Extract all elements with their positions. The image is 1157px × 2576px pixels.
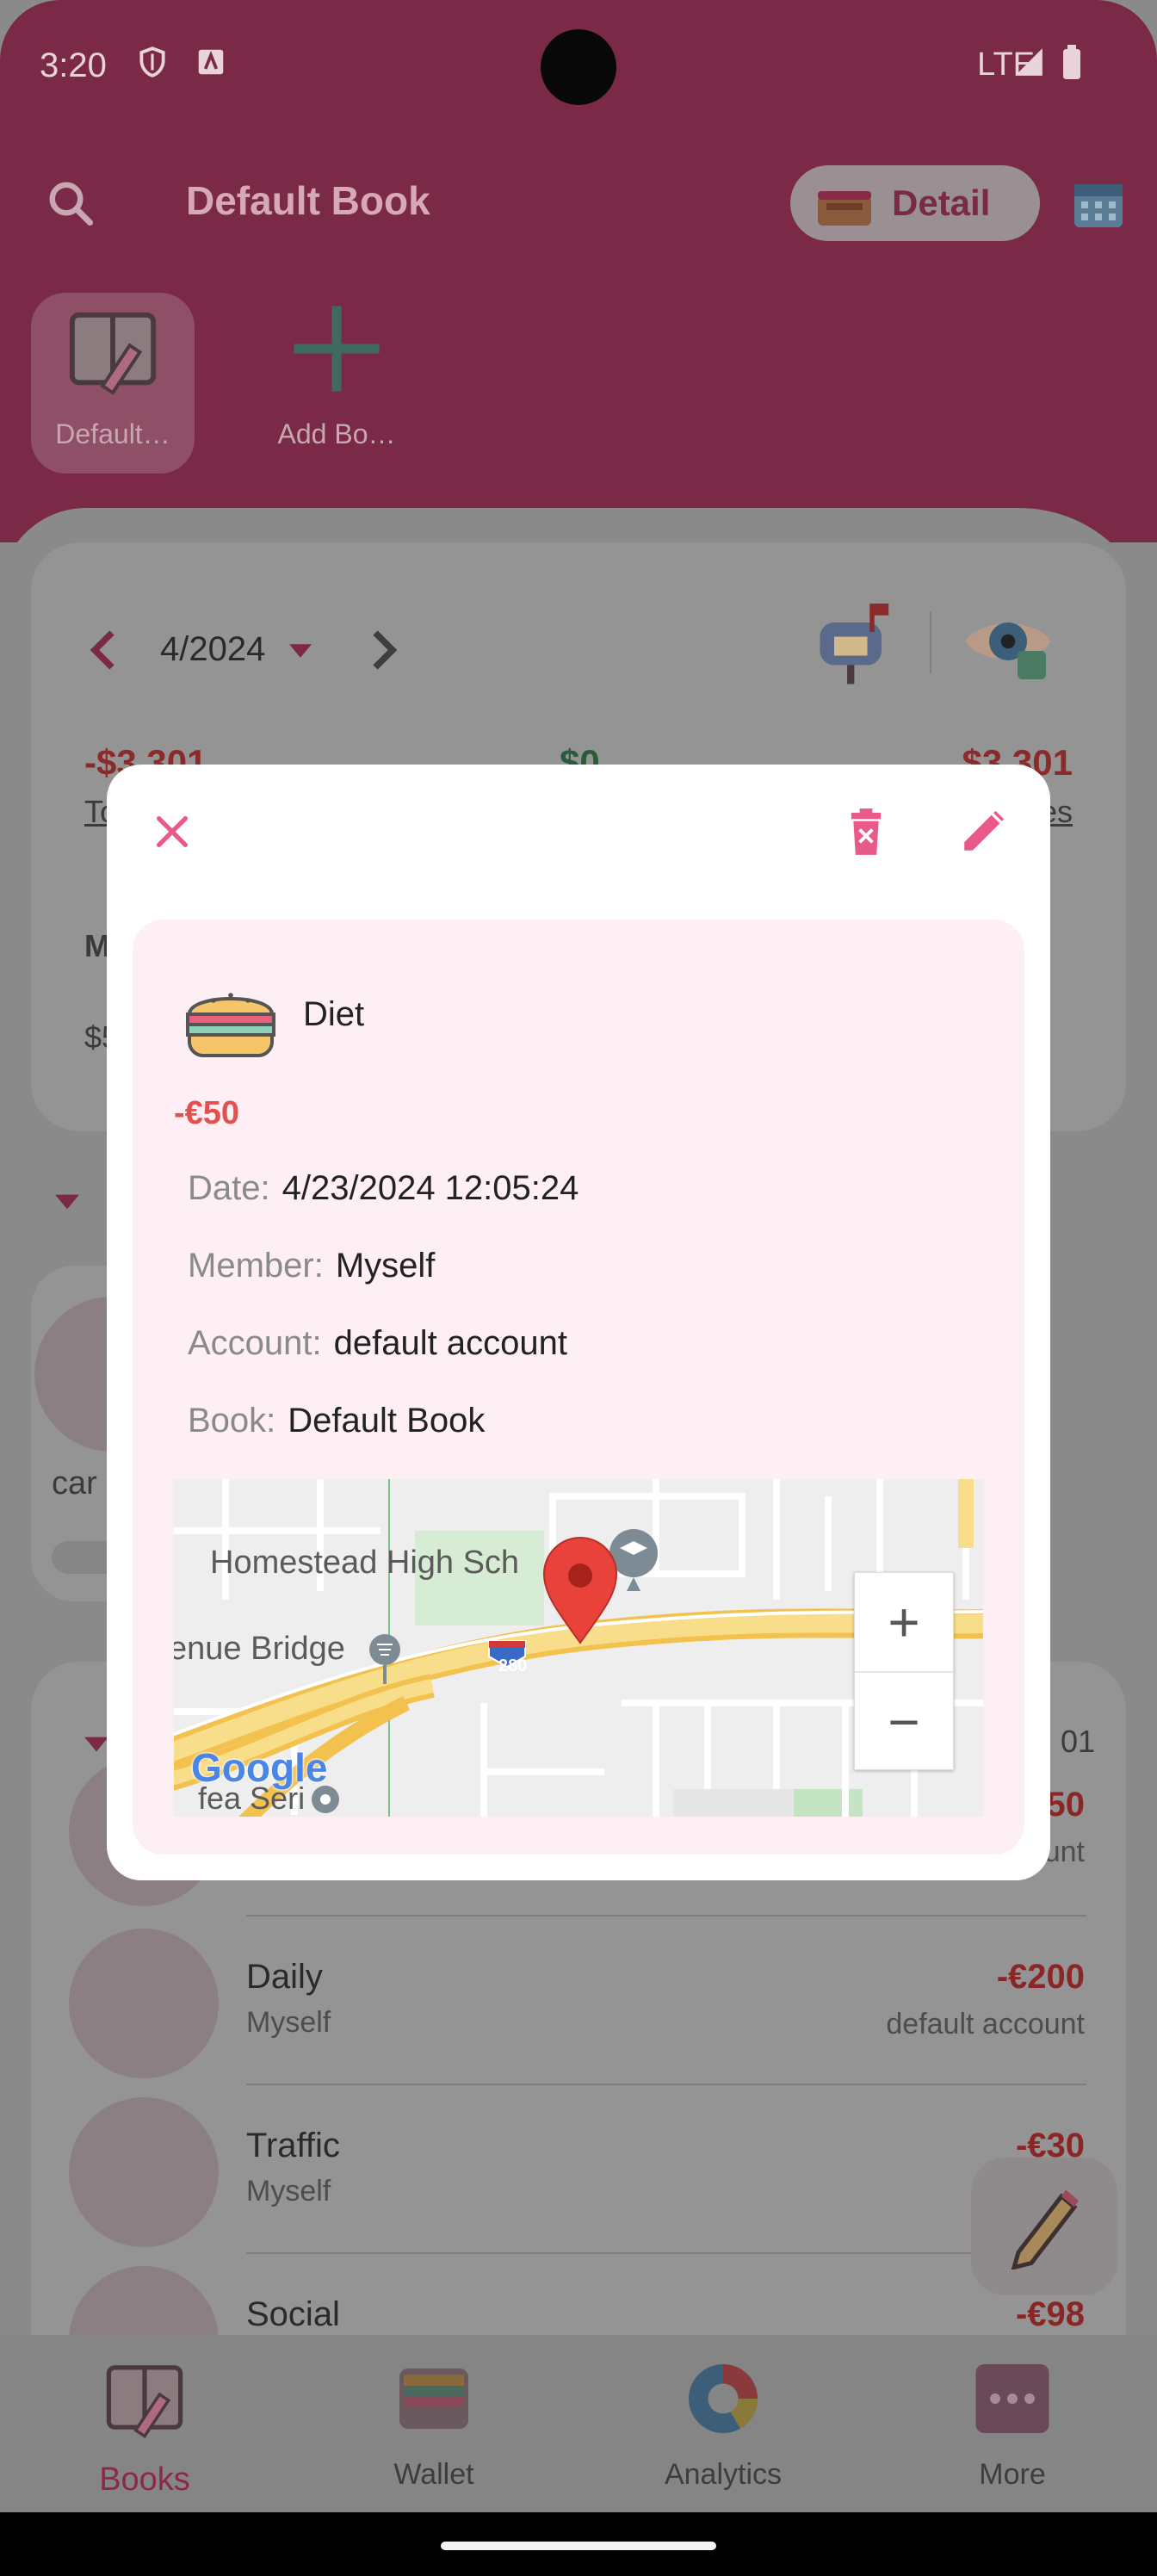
nav-more[interactable]: More: [918, 2356, 1107, 2492]
calendar-icon[interactable]: [1071, 176, 1126, 231]
transaction-member: Myself: [246, 2175, 331, 2208]
transaction-account: default account: [886, 2008, 1085, 2040]
transaction-amount: 50: [1046, 1786, 1086, 1824]
car-label: car: [52, 1465, 97, 1502]
nav-books[interactable]: Books: [50, 2356, 239, 2499]
zoom-in-label: +: [888, 1591, 920, 1653]
book-key: Book:: [188, 1402, 276, 1440]
book-default[interactable]: Default…: [31, 293, 195, 474]
nav-analytics-label: Analytics: [664, 2458, 783, 2491]
home-indicator[interactable]: [441, 2542, 716, 2550]
account-value: default account: [333, 1324, 567, 1362]
bus-icon: [69, 2097, 219, 2247]
transaction-row[interactable]: Daily Myself -€200 default account: [69, 1920, 1085, 2085]
chevron-right-icon[interactable]: [367, 629, 401, 672]
edit-button[interactable]: [952, 801, 1014, 863]
member-key: Member:: [188, 1247, 324, 1285]
zoom-controls: + −: [854, 1572, 954, 1770]
burger-icon: [186, 993, 275, 1057]
page-title: Default Book: [186, 178, 430, 223]
chevron-left-icon[interactable]: [86, 629, 121, 672]
transaction-category: Traffic: [246, 2127, 340, 2164]
transaction-amount: -€200: [996, 1958, 1085, 1996]
book-pen-icon: [69, 312, 157, 395]
date-key: Date:: [188, 1169, 270, 1207]
map-label-school: Homestead High Sch: [210, 1545, 520, 1581]
delete-button[interactable]: [835, 801, 897, 863]
camera-cutout: [541, 29, 616, 105]
transaction-amount: -€98: [1015, 2295, 1085, 2333]
detail-label: Detail: [892, 183, 991, 223]
date-value: 4/23/2024 12:05:24: [282, 1169, 579, 1207]
collapse-caret-icon[interactable]: [55, 1193, 79, 1211]
book-default-tile: Default…: [31, 293, 195, 474]
nav-more-label: More: [979, 2458, 1046, 2491]
month-selector[interactable]: 4/2024: [160, 630, 265, 669]
nav-analytics[interactable]: Analytics: [628, 2356, 818, 2492]
zoom-in-button[interactable]: +: [855, 1573, 953, 1671]
transaction-row[interactable]: Traffic Myself -€30 default: [69, 2089, 1085, 2254]
map-label-bridge: enue Bridge: [174, 1631, 345, 1667]
transaction-category: Daily: [246, 1958, 323, 1996]
more-icon: [975, 2364, 1049, 2433]
pie-chart-icon: [689, 2364, 758, 2433]
book-default-label: Default…: [55, 418, 170, 449]
add-record-button[interactable]: [971, 2158, 1117, 2295]
cheers-icon: [69, 2266, 219, 2335]
app-notification-icon: [198, 49, 224, 75]
eye-check-icon[interactable]: [961, 594, 1055, 689]
book-value: Default Book: [288, 1402, 486, 1440]
transaction-detail-dialog: Diet -€50 Date: 4/23/2024 12:05:24 Member…: [107, 765, 1050, 1880]
book-pen-icon: [106, 2365, 183, 2439]
highway-shield-label: 280: [498, 1656, 528, 1675]
zoom-out-button[interactable]: −: [855, 1673, 953, 1771]
shield-icon: [139, 46, 165, 77]
account-key: Account:: [188, 1324, 322, 1362]
detail-book-row: Book: Default Book: [188, 1402, 485, 1440]
location-map[interactable]: Homestead High Sch enue Bridge 280 fea S…: [174, 1479, 983, 1817]
mailbox-icon[interactable]: [806, 594, 900, 689]
trash-icon: [851, 808, 882, 855]
pencil-icon: [964, 810, 1005, 851]
detail-date-row: Date: 4/23/2024 12:05:24: [188, 1169, 578, 1208]
divider: [246, 1915, 1086, 1917]
nav-wallet-label: Wallet: [393, 2458, 474, 2491]
search-icon[interactable]: [45, 177, 96, 229]
member-value: Myself: [335, 1247, 436, 1285]
pencil-icon: [1011, 2189, 1079, 2269]
wallet-icon: [399, 2369, 468, 2429]
divider: [246, 2084, 1086, 2085]
picnic-table-icon: [69, 1929, 219, 2078]
status-bar: 3:20 LTE: [0, 0, 1157, 129]
book-add[interactable]: Add Bo…: [255, 293, 418, 474]
google-attribution: Google: [191, 1745, 328, 1790]
divider: [930, 611, 931, 673]
caret-down-icon: [289, 644, 312, 658]
detail-button[interactable]: Detail: [790, 165, 1040, 241]
app-header: Default Book Detail Default… Add Bo…: [0, 129, 1157, 542]
close-icon: [156, 815, 189, 848]
detail-card: Diet -€50 Date: 4/23/2024 12:05:24 Member…: [133, 920, 1024, 1855]
detail-member-row: Member: Myself: [188, 1247, 435, 1285]
transaction-row[interactable]: Social -€98: [69, 2257, 1085, 2335]
detail-category: Diet: [303, 995, 365, 1033]
detail-account-row: Account: default account: [188, 1324, 567, 1363]
nav-books-label: Books: [99, 2461, 190, 2498]
bottom-navigation: Books Wallet Analytics More: [0, 2335, 1157, 2512]
battery-icon: [1063, 45, 1080, 79]
status-time: 3:20: [40, 46, 107, 84]
transaction-member: Myself: [246, 2006, 331, 2039]
zoom-out-label: −: [888, 1691, 920, 1753]
transaction-category: Social: [246, 2295, 340, 2333]
close-button[interactable]: [141, 801, 203, 863]
signal-icon: [1015, 48, 1043, 76]
detail-amount: -€50: [174, 1095, 240, 1131]
divider: [246, 2252, 1086, 2254]
plus-icon: [294, 306, 380, 392]
book-add-label: Add Bo…: [277, 418, 396, 449]
nav-wallet[interactable]: Wallet: [339, 2356, 529, 2492]
basket-icon: [818, 191, 871, 226]
